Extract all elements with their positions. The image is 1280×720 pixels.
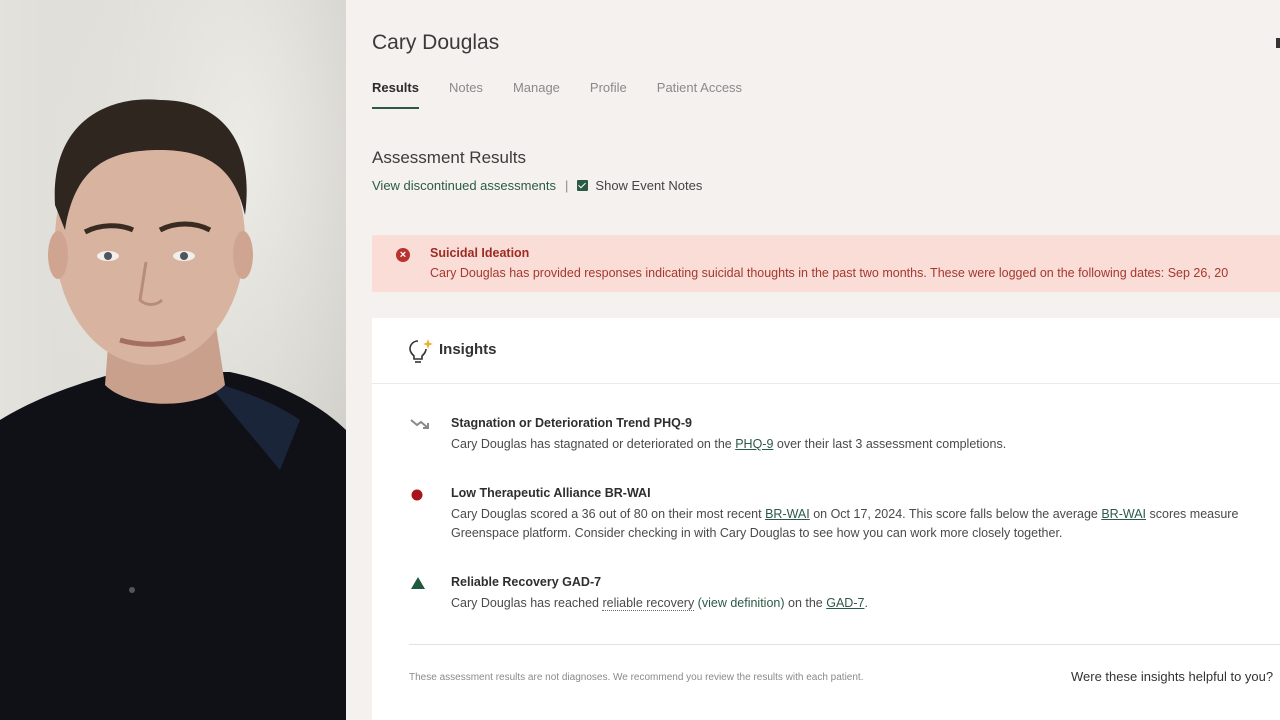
feedback-question: Were these insights helpful to you? [1071, 669, 1274, 684]
red-dot-icon [411, 489, 423, 501]
user-menu-icon[interactable] [1276, 38, 1280, 48]
view-definition-link[interactable]: (view definition) [694, 596, 785, 610]
reliable-recovery-term[interactable]: reliable recovery [602, 596, 695, 611]
disclaimer-text: These assessment results are not diagnos… [409, 672, 864, 683]
insight-text-part: Cary Douglas has reached [451, 596, 603, 610]
insight-text-part: scores measure [1146, 507, 1239, 521]
insight-text: Cary Douglas scored a 36 out of 80 on th… [451, 505, 1280, 543]
insight-text-part: Greenspace platform. Consider checking i… [451, 526, 1063, 540]
insight-text-part: on Oct 17, 2024. This score falls below … [809, 507, 1102, 521]
show-event-notes-label[interactable]: Show Event Notes [595, 178, 702, 193]
suicidal-ideation-alert: × Suicidal Ideation Cary Douglas has pro… [372, 235, 1280, 292]
insight-text: Cary Douglas has reached reliable recove… [451, 594, 1280, 613]
gad7-link[interactable]: GAD-7 [826, 596, 864, 610]
brwai-link[interactable]: BR-WAI [765, 507, 810, 521]
view-discontinued-link[interactable]: View discontinued assessments [372, 178, 556, 193]
patient-tabs: Results Notes Manage Profile Patient Acc… [372, 80, 772, 109]
alert-text: Cary Douglas has provided responses indi… [430, 266, 1229, 280]
tab-manage[interactable]: Manage [513, 80, 560, 109]
trend-down-icon [410, 419, 429, 429]
patient-name: Cary Douglas [372, 31, 500, 54]
patient-app: Cary Douglas Results Notes Manage Profil… [346, 0, 1280, 720]
brwai-link[interactable]: BR-WAI [1101, 507, 1146, 521]
show-event-notes-checkbox[interactable] [577, 180, 589, 191]
separator: | [565, 178, 569, 193]
tab-patient-access[interactable]: Patient Access [657, 80, 742, 109]
insight-text-part: over their last 3 assessment completions… [773, 437, 1007, 451]
insight-text-part: on the [784, 596, 827, 610]
alert-title: Suicidal Ideation [430, 246, 530, 260]
assessment-controls: View discontinued assessments | Show Eve… [372, 178, 702, 193]
insights-title: Insights [439, 341, 497, 358]
insight-title: Low Therapeutic Alliance BR-WAI [451, 486, 651, 500]
assessment-results-title: Assessment Results [372, 148, 526, 167]
insight-text-part: Cary Douglas scored a 36 out of 80 on th… [451, 507, 766, 521]
presenter-webcam [0, 0, 346, 720]
insights-header: Insights [372, 318, 1280, 384]
presenter-figure [0, 99, 346, 720]
tab-notes[interactable]: Notes [449, 80, 483, 109]
insights-card: Insights Stagnation or Deterioration Tre… [372, 318, 1280, 720]
insight-text-part: . [864, 596, 868, 610]
tab-results[interactable]: Results [372, 80, 419, 109]
lightbulb-sparkle-icon [409, 339, 433, 363]
phq9-link[interactable]: PHQ-9 [735, 437, 773, 451]
divider [409, 644, 1280, 645]
insight-text-part: Cary Douglas has stagnated or deteriorat… [451, 437, 736, 451]
error-x-icon: × [396, 248, 410, 262]
insight-title: Stagnation or Deterioration Trend PHQ-9 [451, 416, 692, 430]
tab-profile[interactable]: Profile [590, 80, 627, 109]
insight-title: Reliable Recovery GAD-7 [451, 575, 602, 589]
green-triangle-icon [411, 577, 425, 589]
insight-text: Cary Douglas has stagnated or deteriorat… [451, 435, 1280, 454]
